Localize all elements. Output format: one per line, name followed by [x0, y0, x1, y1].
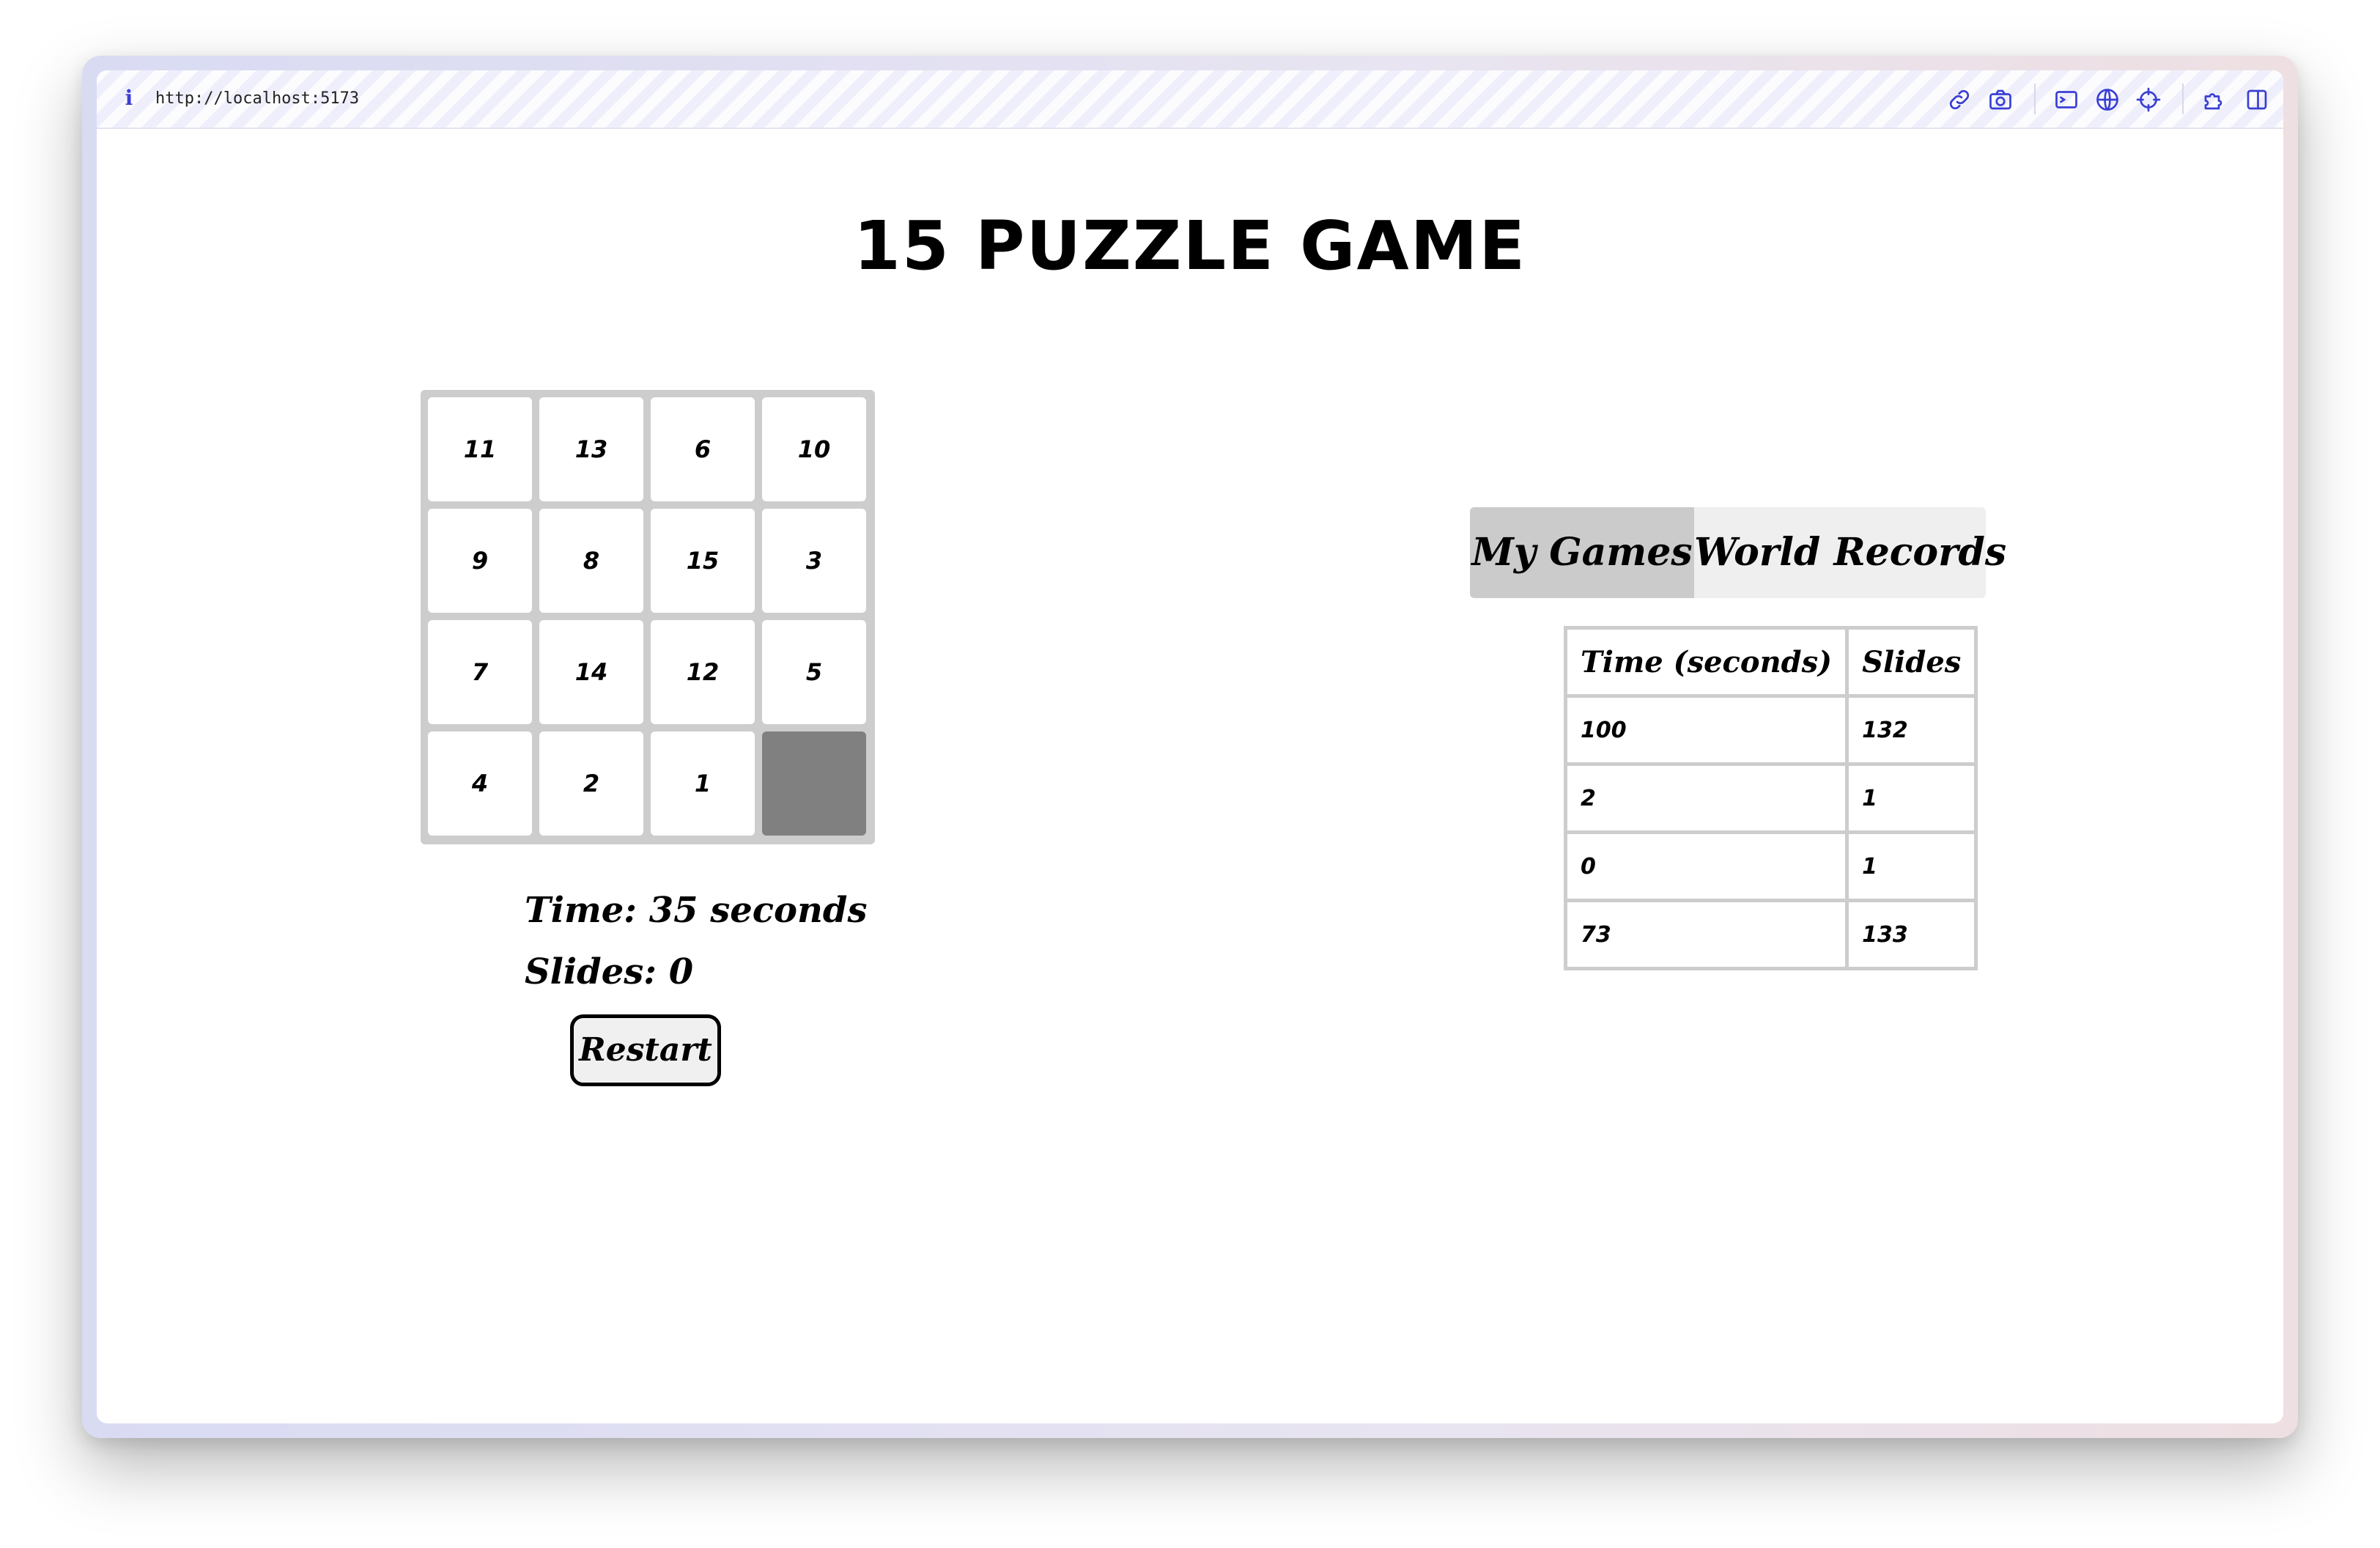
cell-time: 0 [1563, 830, 1849, 902]
puzzle-tile[interactable]: 10 [762, 397, 866, 501]
globe-icon[interactable] [2094, 86, 2121, 113]
puzzle-board: 11 13 6 10 9 8 15 3 7 14 12 5 4 2 1 [421, 390, 875, 844]
table-row: 100 132 [1563, 694, 1978, 766]
timer-text: Time: 35 seconds [525, 890, 868, 931]
puzzle-tile[interactable]: 4 [428, 731, 532, 836]
camera-icon[interactable] [1987, 86, 2014, 113]
table-header-row: Time (seconds) Slides [1563, 626, 1978, 698]
slides-counter: Slides: 0 [525, 951, 694, 992]
link-icon[interactable] [1946, 86, 1973, 113]
toolbar-divider [2034, 84, 2036, 114]
puzzle-tile[interactable]: 1 [651, 731, 755, 836]
records-table: Time (seconds) Slides 100 132 2 1 0 1 73… [1563, 626, 1978, 970]
puzzle-tile[interactable]: 11 [428, 397, 532, 501]
info-icon[interactable]: i [120, 85, 138, 111]
puzzle-tile[interactable]: 13 [539, 397, 643, 501]
puzzle-tile[interactable]: 7 [428, 620, 532, 724]
page-title: 15 PUZZLE GAME [853, 207, 1527, 285]
cell-time: 2 [1563, 762, 1849, 834]
cell-slides: 133 [1845, 899, 1978, 970]
empty-tile [762, 731, 866, 836]
puzzle-tile[interactable]: 12 [651, 620, 755, 724]
puzzle-tile[interactable]: 2 [539, 731, 643, 836]
browser-content: i http://localhost:5173 15 PUZZLE GAME 1… [97, 70, 2283, 1423]
puzzle-tile[interactable]: 9 [428, 509, 532, 613]
extension-icon[interactable] [2201, 86, 2228, 113]
puzzle-tile[interactable]: 6 [651, 397, 755, 501]
cell-slides: 132 [1845, 694, 1978, 766]
puzzle-tile[interactable]: 5 [762, 620, 866, 724]
restart-button[interactable]: Restart [570, 1014, 721, 1086]
browser-window: i http://localhost:5173 15 PUZZLE GAME 1… [82, 56, 2298, 1438]
crosshair-icon[interactable] [2135, 86, 2162, 113]
cell-slides: 1 [1845, 762, 1978, 834]
table-row: 0 1 [1563, 830, 1978, 902]
puzzle-tile[interactable]: 14 [539, 620, 643, 724]
puzzle-tile[interactable]: 8 [539, 509, 643, 613]
puzzle-tile[interactable]: 15 [651, 509, 755, 613]
table-row: 2 1 [1563, 762, 1978, 834]
tab-my-games[interactable]: My Games [1470, 507, 1694, 598]
column-header-slides: Slides [1845, 626, 1978, 698]
sidebar-icon[interactable] [2244, 86, 2270, 113]
cell-slides: 1 [1845, 830, 1978, 902]
cell-time: 73 [1563, 899, 1849, 970]
terminal-icon[interactable] [2053, 86, 2080, 113]
table-row: 73 133 [1563, 899, 1978, 970]
puzzle-tile[interactable]: 3 [762, 509, 866, 613]
tab-world-records[interactable]: World Records [1694, 507, 2006, 598]
browser-toolbar: i http://localhost:5173 [97, 70, 2283, 129]
toolbar-divider [2182, 84, 2184, 114]
column-header-time: Time (seconds) [1563, 626, 1849, 698]
cell-time: 100 [1563, 694, 1849, 766]
url-bar[interactable]: http://localhost:5173 [155, 86, 359, 111]
